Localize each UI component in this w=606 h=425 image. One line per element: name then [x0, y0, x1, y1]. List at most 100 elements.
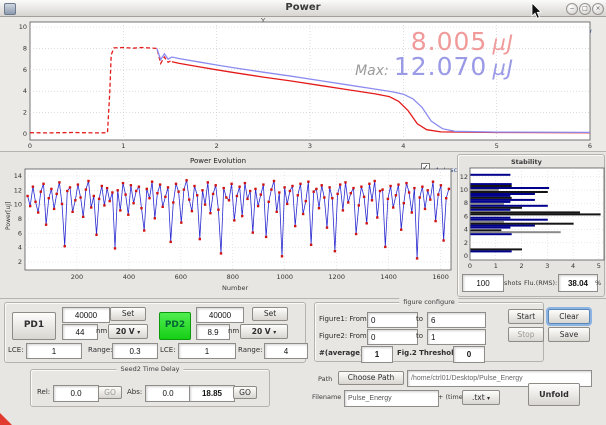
mouse-cursor — [531, 3, 545, 21]
svg-text:6: 6 — [23, 66, 27, 74]
pd1-range-dropdown[interactable]: 20 V ▾ — [108, 324, 148, 339]
svg-text:1: 1 — [494, 262, 498, 270]
stability-plot-canvas: 024681012012345 — [458, 168, 604, 273]
pd1-button[interactable]: PD1 — [12, 312, 56, 340]
power-window: { "window": {"title": "Power", "minimize… — [0, 0, 606, 425]
extension-dropdown[interactable]: .txt ▾ — [462, 390, 500, 405]
path-label: Path — [318, 375, 332, 383]
threshold-input[interactable] — [453, 346, 485, 363]
seed2-group: Seed2 Time Delay Rel: GO Abs: GO — [30, 369, 270, 407]
chevron-down-icon: ▾ — [137, 329, 140, 336]
figure2-label: Figure2: From — [319, 332, 367, 340]
svg-text:4: 4 — [401, 142, 405, 150]
average-label: #(average): — [319, 349, 366, 357]
max-label: Max: — [355, 63, 389, 79]
svg-text:200: 200 — [71, 273, 83, 281]
clear-button[interactable]: Clear — [548, 309, 590, 324]
controls-panel: PD1 Set nm 20 V ▾ PD2 Set nm 20 V ▾ LCE:… — [0, 299, 606, 425]
pd2-set-button[interactable]: Set — [252, 307, 288, 321]
rel-go-button[interactable]: GO — [98, 386, 122, 399]
threshold-label: Fig.2 Threshold: — [397, 349, 461, 357]
pd1-lce-input[interactable] — [26, 343, 82, 359]
pd2-lce-input[interactable] — [178, 343, 236, 359]
minimize-button[interactable]: − — [566, 3, 578, 15]
pd1-range-label: Range: — [88, 346, 113, 354]
figure1-label: Figure1: From — [319, 315, 367, 323]
rms-input[interactable] — [558, 274, 598, 292]
pd2-nm-label: nm — [228, 327, 239, 335]
svg-text:2: 2 — [464, 239, 468, 247]
figure2-to-input[interactable] — [427, 329, 486, 345]
svg-text:10: 10 — [19, 23, 27, 31]
chevron-down-icon: ▾ — [487, 395, 490, 402]
svg-text:6: 6 — [588, 142, 592, 150]
svg-text:3: 3 — [545, 262, 549, 270]
choose-path-button[interactable]: Choose Path — [338, 371, 404, 385]
top-plot-panel: Y Afterglow 02468100123456 8.005 µJ Max:… — [0, 17, 606, 152]
svg-text:4: 4 — [464, 226, 468, 234]
pd1-nm-input[interactable] — [62, 324, 98, 340]
average-input[interactable] — [361, 346, 393, 363]
pd1-set-button[interactable]: Set — [110, 307, 146, 321]
evolution-xlabel: Number — [222, 284, 248, 292]
close-button[interactable]: × — [592, 3, 604, 15]
pd1-freq-input[interactable] — [62, 307, 110, 323]
start-button[interactable]: Start — [508, 309, 544, 324]
unfold-button[interactable]: Unfold — [528, 383, 580, 406]
resize-corner-mark[interactable] — [0, 413, 12, 425]
svg-text:800: 800 — [227, 273, 239, 281]
figure1-from-input[interactable] — [367, 312, 418, 328]
energy-readout: 8.005 µJ Max: 12.070 µJ — [250, 27, 514, 81]
rel-input[interactable] — [53, 385, 99, 402]
svg-text:2: 2 — [519, 262, 523, 270]
figure1-to-input[interactable] — [427, 312, 486, 328]
max-energy-value: Max: 12.070 µJ — [250, 52, 514, 81]
svg-text:2: 2 — [18, 258, 22, 266]
svg-text:12: 12 — [460, 173, 468, 181]
figure2-from-input[interactable] — [367, 329, 418, 345]
save-button[interactable]: Save — [548, 327, 590, 342]
pd2-freq-input[interactable] — [196, 307, 244, 323]
abs-current-input[interactable] — [189, 385, 235, 402]
svg-text:4: 4 — [23, 87, 27, 95]
abs-input[interactable] — [145, 385, 191, 402]
rel-label: Rel: — [37, 388, 50, 396]
stability-readout-row: shots Flu.(RMS): % — [461, 274, 603, 294]
svg-text:1400: 1400 — [380, 273, 397, 281]
pd2-lce-label: LCE: — [160, 346, 176, 354]
svg-text:2: 2 — [215, 142, 219, 150]
svg-text:0: 0 — [23, 130, 27, 138]
maximize-button[interactable]: □ — [579, 3, 591, 15]
svg-text:0: 0 — [28, 142, 32, 150]
svg-text:1200: 1200 — [328, 273, 345, 281]
svg-text:8: 8 — [18, 215, 22, 223]
stop-button[interactable]: Stop — [508, 327, 544, 342]
svg-text:2: 2 — [23, 109, 27, 117]
pd2-range-input[interactable] — [264, 343, 308, 359]
to2-label: to — [416, 332, 423, 340]
stability-title: Stability — [511, 158, 542, 166]
svg-text:600: 600 — [175, 273, 187, 281]
svg-text:1000: 1000 — [276, 273, 293, 281]
shots-input[interactable] — [462, 274, 504, 292]
pd2-nm-input[interactable] — [196, 324, 230, 340]
window-title: Power — [0, 0, 606, 16]
svg-text:14: 14 — [14, 172, 22, 180]
pd1-nm-label: nm — [96, 327, 107, 335]
filename-label: Filename — [312, 393, 341, 401]
svg-text:400: 400 — [123, 273, 135, 281]
pd1-lce-label: LCE: — [8, 346, 24, 354]
svg-text:0: 0 — [468, 262, 472, 270]
filename-input[interactable] — [344, 390, 439, 407]
pd2-button[interactable]: PD2 — [159, 312, 191, 340]
svg-text:5: 5 — [597, 262, 601, 270]
abs-go-button[interactable]: GO — [233, 386, 257, 399]
svg-text:4: 4 — [18, 244, 22, 252]
svg-text:3: 3 — [308, 142, 312, 150]
figure-configure-legend: figure configure — [399, 298, 458, 306]
pd1-range-input[interactable] — [112, 343, 158, 359]
svg-text:8: 8 — [464, 199, 468, 207]
svg-text:0: 0 — [464, 252, 468, 260]
pd2-range-dropdown[interactable]: 20 V ▾ — [240, 324, 288, 339]
abs-label: Abs: — [127, 388, 142, 396]
